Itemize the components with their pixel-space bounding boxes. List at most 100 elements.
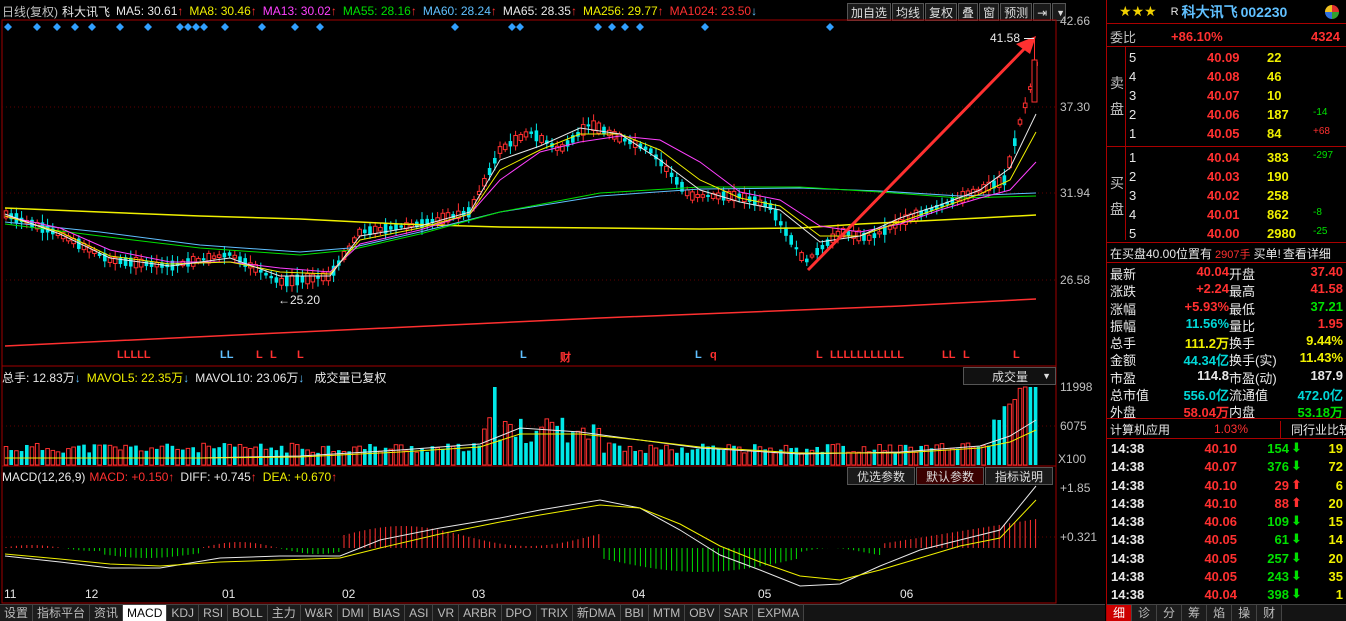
- sell-level-row[interactable]: 1 40.05 84 +68: [1127, 124, 1346, 143]
- volume-bar: [627, 445, 633, 466]
- volume-bar: [726, 444, 732, 466]
- stats-table: 最新 40.04 开盘 37.40 涨跌 +2.24 最高 41.58 涨幅 +5.93% 最低 37…: [1107, 263, 1346, 420]
- buy-level-row[interactable]: 3 40.02 258: [1127, 186, 1346, 205]
- tab-[interactable]: 资讯: [90, 605, 124, 621]
- volume-bar: [289, 442, 295, 466]
- volume-bar: [227, 443, 232, 466]
- volume-bar: [970, 446, 976, 466]
- month-label: 01: [222, 587, 236, 601]
- tab-sar[interactable]: SAR: [719, 605, 754, 621]
- quote-tab[interactable]: 分: [1157, 604, 1183, 621]
- buy-level-row[interactable]: 1 40.04 383 -297: [1127, 148, 1346, 167]
- sell-d: +68: [1313, 126, 1330, 137]
- buy-level-row[interactable]: 5 40.00 2980 -25: [1127, 224, 1346, 243]
- tab-bias[interactable]: BIAS: [368, 605, 406, 621]
- buy-p: 40.04: [1207, 150, 1240, 165]
- tab-dma[interactable]: 新DMA: [572, 605, 621, 621]
- buy-p: 40.01: [1207, 207, 1240, 222]
- tick-row: 14:38 40.10 88 ⬆ 20: [1107, 495, 1346, 513]
- quote-tab[interactable]: 筹: [1182, 604, 1208, 621]
- sell-v: 46: [1267, 69, 1282, 84]
- volume-bar: [602, 452, 606, 465]
- tick-row: 14:38 40.06 109 ⬇ 15: [1107, 513, 1346, 531]
- volume-bar: [25, 444, 29, 465]
- tab-bbi[interactable]: BBI: [620, 605, 649, 621]
- volume-bar: [502, 420, 508, 466]
- low-price-label: 25.20: [290, 293, 321, 307]
- candle-body: [508, 141, 513, 147]
- quote-tab[interactable]: 细: [1107, 604, 1133, 621]
- buy-level-row[interactable]: 4 40.01 862 -8: [1127, 205, 1346, 224]
- tab-obv[interactable]: OBV: [685, 605, 720, 621]
- volume-bar: [612, 443, 617, 465]
- buy-n: 5: [1129, 226, 1137, 241]
- default-params-button[interactable]: 默认参数: [916, 467, 984, 485]
- buy-v: 383: [1267, 150, 1289, 165]
- tab-dpo[interactable]: DPO: [501, 605, 537, 621]
- tab-[interactable]: 指标平台: [33, 605, 91, 621]
- tab-wr[interactable]: W&R: [300, 605, 338, 621]
- tab-vr[interactable]: VR: [433, 605, 460, 621]
- volume-selector[interactable]: 成交量 ▼: [963, 367, 1056, 385]
- tab-kdj[interactable]: KDJ: [167, 605, 200, 621]
- optimize-params-button[interactable]: 优选参数: [847, 467, 915, 485]
- volume-bar: [861, 446, 867, 466]
- candle-body: [399, 225, 403, 228]
- tab-trix[interactable]: TRIX: [536, 605, 573, 621]
- tab-macd[interactable]: MACD: [123, 605, 168, 621]
- quote-tab[interactable]: 操: [1232, 604, 1258, 621]
- quote-tab[interactable]: 财: [1257, 604, 1283, 621]
- candle-body: [596, 122, 602, 134]
- candle-body: [372, 225, 378, 235]
- volume-bar: [783, 444, 789, 466]
- sell-level-row[interactable]: 2 40.06 187 -14: [1127, 105, 1346, 124]
- quote-bottom-tabs: 细诊分筹焰操财: [1107, 604, 1346, 621]
- sell-level-row[interactable]: 5 40.09 22: [1127, 48, 1346, 67]
- tab-rsi[interactable]: RSI: [199, 605, 229, 621]
- tick-row: 14:38 40.05 243 ⬇ 35: [1107, 568, 1346, 586]
- tab-expma[interactable]: EXPMA: [753, 605, 805, 621]
- down-arrow-icon: ⬇: [1291, 458, 1302, 474]
- tick-p: 40.06: [1204, 514, 1237, 530]
- quote-tab[interactable]: 焰: [1207, 604, 1233, 621]
- volume-bar: [805, 448, 809, 465]
- candle-body: [259, 269, 263, 273]
- volume-bar: [1002, 406, 1007, 465]
- down-arrow-icon: ⬇: [1291, 549, 1302, 565]
- tab-mtm[interactable]: MTM: [648, 605, 686, 621]
- volume-bar: [768, 447, 773, 466]
- down-arrow-icon: ⬇: [1291, 513, 1302, 529]
- month-label: 11: [4, 587, 17, 601]
- main-chart[interactable]: [0, 0, 1105, 604]
- buy-level-row[interactable]: 2 40.03 190: [1127, 167, 1346, 186]
- tick-list[interactable]: 14:38 40.10 154 ⬇ 19 14:38 40.07 376 ⬇ 72 14:38 40.…: [1107, 440, 1346, 605]
- tab-boll[interactable]: BOLL: [228, 605, 268, 621]
- candle-body: [394, 224, 398, 231]
- tab-arbr[interactable]: ARBR: [459, 605, 502, 621]
- globe-icon[interactable]: [1325, 5, 1339, 19]
- notice-detail-link[interactable]: 查看详细: [1283, 245, 1331, 262]
- volume-bar: [622, 450, 628, 466]
- event-marker-icon: [88, 23, 96, 31]
- tab-dmi[interactable]: DMI: [337, 605, 369, 621]
- diff-value: DIFF: +0.745: [180, 470, 251, 484]
- tab-asi[interactable]: ASI: [405, 605, 434, 621]
- sell-level-row[interactable]: 4 40.08 46: [1127, 67, 1346, 86]
- tab-[interactable]: 设置: [0, 605, 34, 621]
- buy-n: 4: [1129, 207, 1137, 222]
- tab-[interactable]: 主力: [267, 605, 301, 621]
- stats-v2: 41.58: [1310, 281, 1343, 297]
- candle-body: [695, 194, 700, 198]
- event-marker-icon: [701, 23, 709, 31]
- quote-tab[interactable]: 诊: [1132, 604, 1158, 621]
- sell-level-row[interactable]: 3 40.07 10: [1127, 86, 1346, 105]
- volume-bar: [185, 447, 191, 466]
- sell-n: 3: [1129, 88, 1137, 103]
- volume-bar: [571, 432, 575, 465]
- indicator-help-button[interactable]: 指标说明: [985, 467, 1053, 485]
- tick-t: 14:38: [1111, 532, 1145, 548]
- volume-bar: [456, 443, 461, 465]
- sell-p: 40.05: [1207, 126, 1240, 141]
- industry-compare-button[interactable]: 同行业比较: [1280, 420, 1346, 438]
- buy-side-label: 买盘: [1110, 170, 1126, 222]
